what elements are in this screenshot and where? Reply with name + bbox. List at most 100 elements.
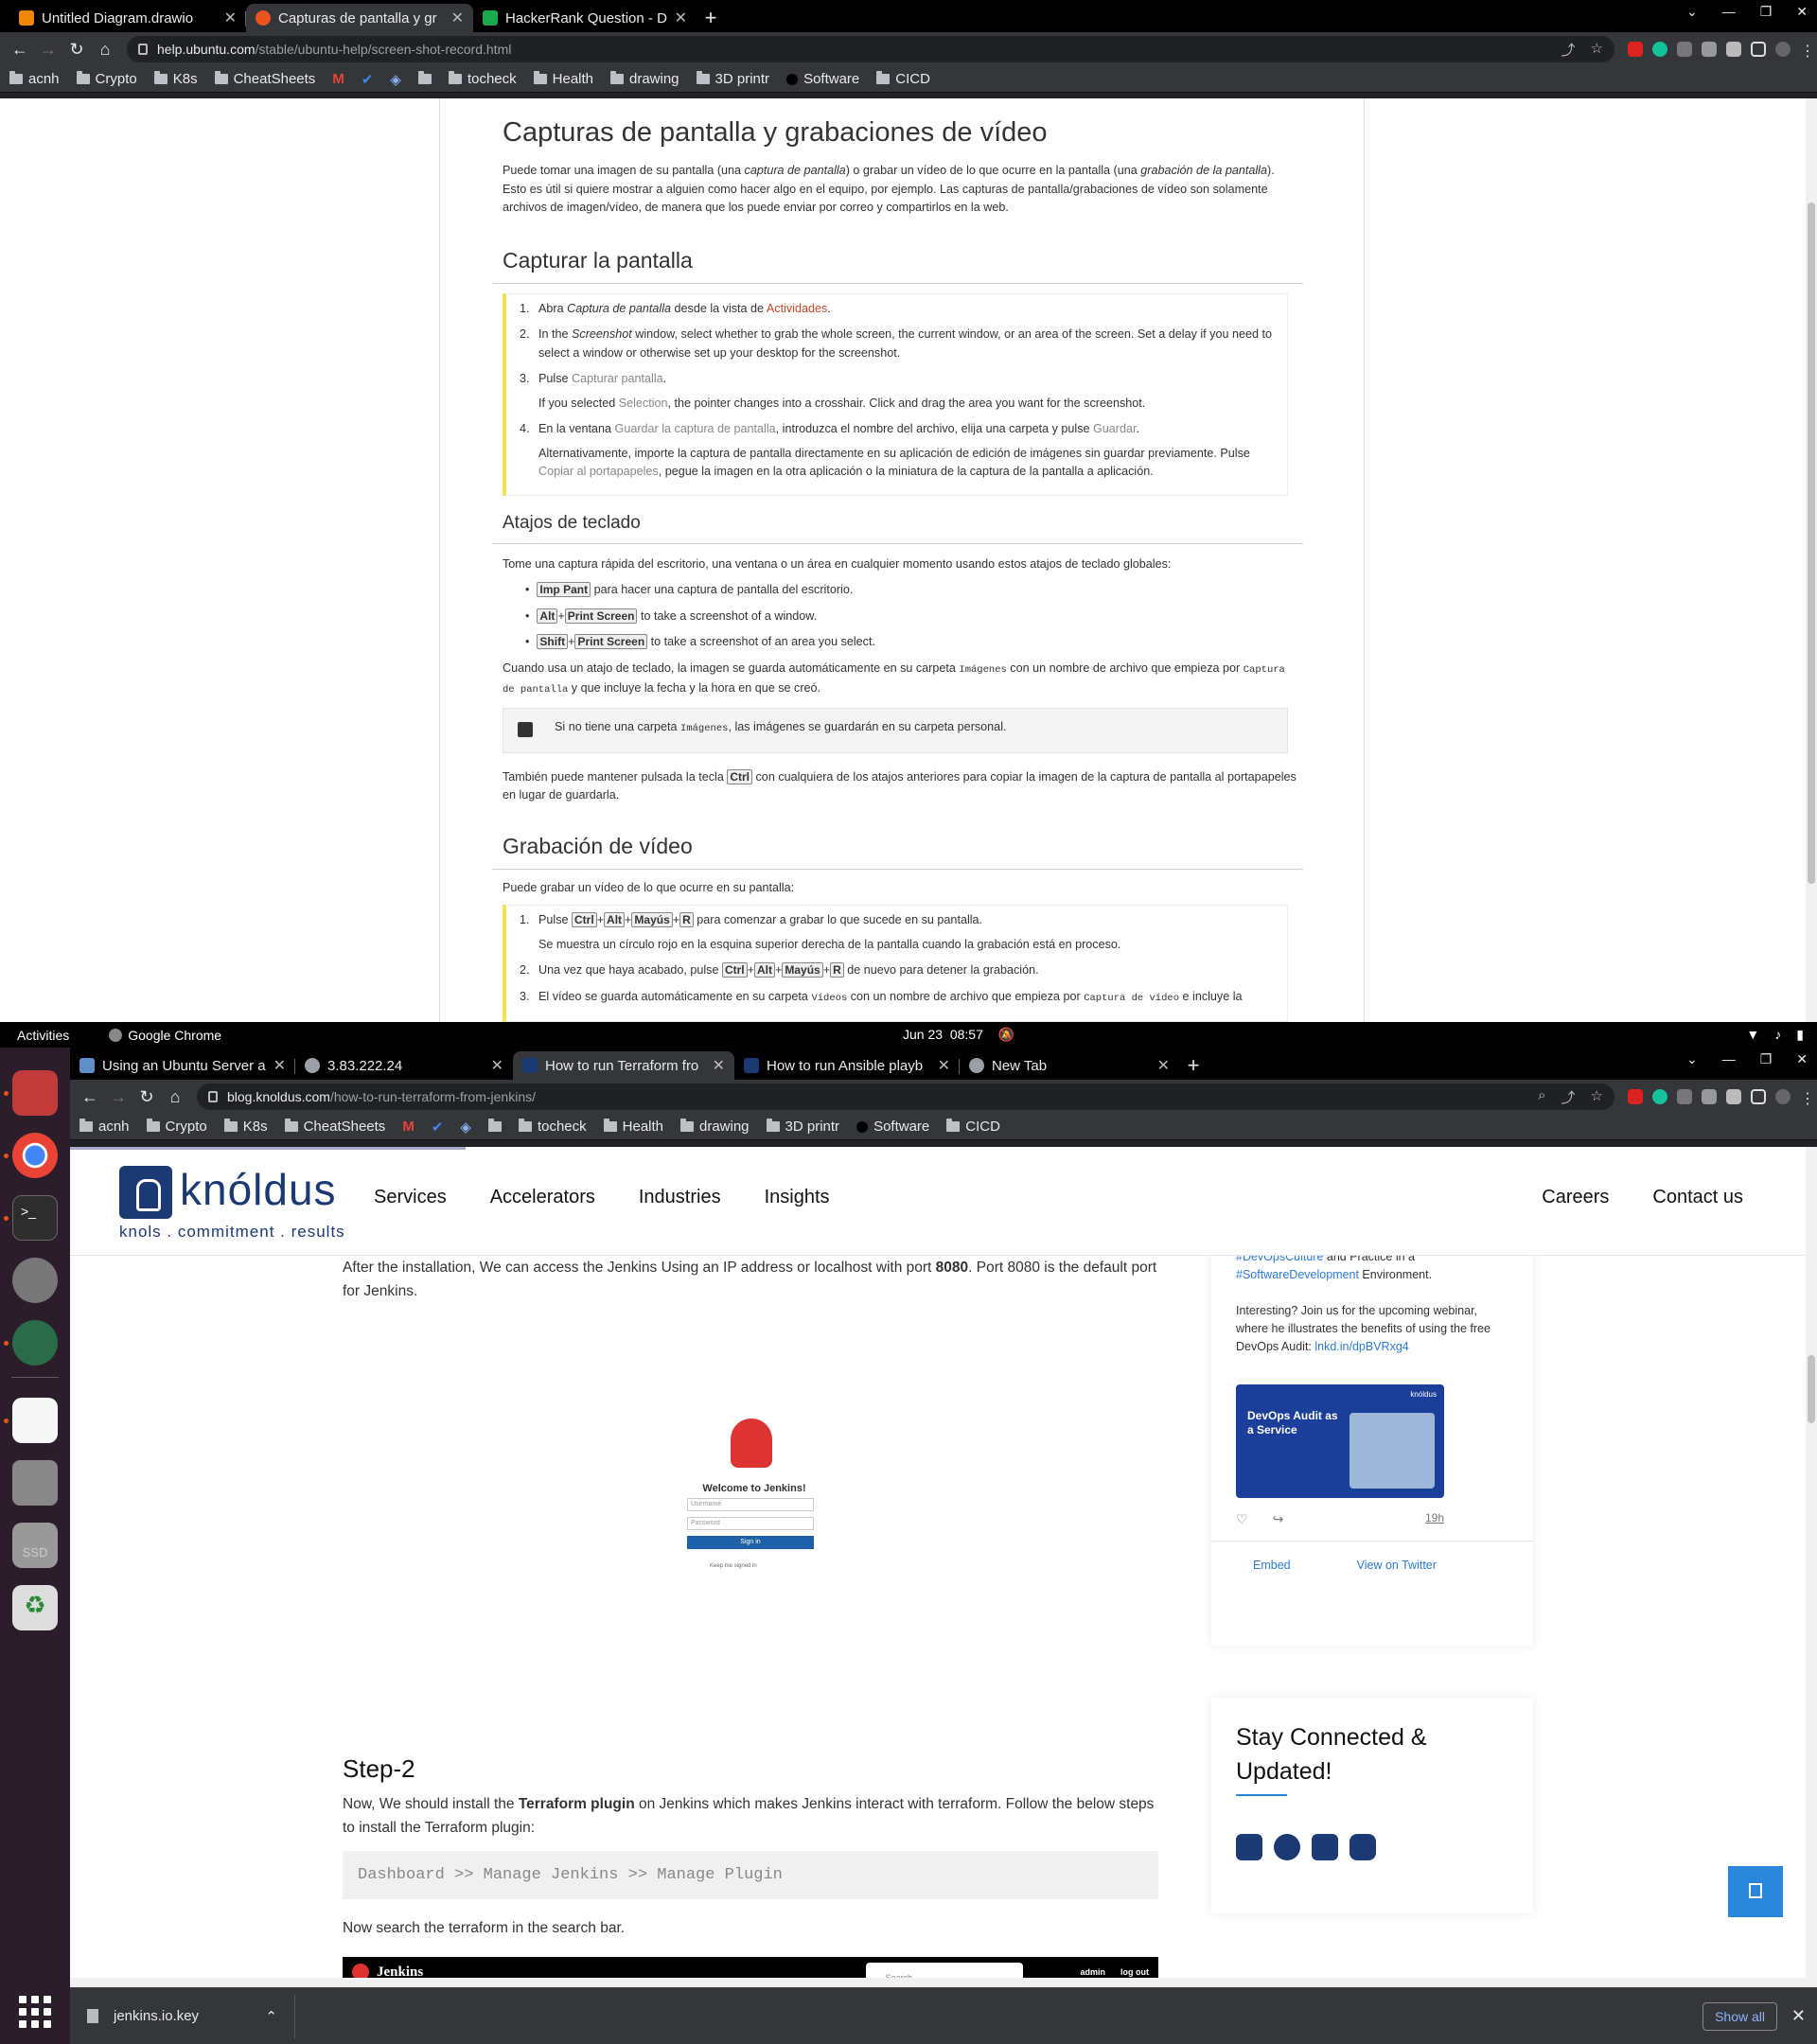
chrome-dock-icon[interactable] (12, 1133, 58, 1178)
bookmark-acnh[interactable]: acnh (79, 1119, 130, 1135)
profile-avatar[interactable] (1775, 42, 1791, 57)
show-apps-icon[interactable] (19, 1996, 51, 2028)
puzzle-icon[interactable] (1726, 42, 1741, 57)
minimize-button[interactable]: — (1722, 4, 1736, 20)
adblock-icon[interactable] (1628, 1089, 1643, 1104)
bookmark-cicd[interactable]: CICD (876, 71, 930, 87)
bookmark-health[interactable]: Health (603, 1119, 663, 1135)
adblock-icon[interactable] (1628, 42, 1643, 57)
bookmark-k8s[interactable]: K8s (153, 71, 198, 87)
bookmark-3d-printr[interactable]: 3D printr (696, 71, 769, 87)
bookmark-crypto[interactable]: Crypto (146, 1119, 207, 1135)
tweet-link[interactable]: lnkd.in/dpBVRxg4 (1314, 1340, 1408, 1353)
nav-contact-us[interactable]: Contact us (1652, 1187, 1743, 1208)
view-on-twitter-link[interactable]: View on Twitter (1357, 1559, 1437, 1572)
new-tab-button[interactable]: + (1179, 1051, 1208, 1080)
system-tray[interactable]: ▼ ♪ ▮ (1746, 1027, 1804, 1043)
bookmark-cicd[interactable]: CICD (946, 1119, 1000, 1135)
bottom-tab-ip[interactable]: 3.83.222.24 ✕ (295, 1051, 513, 1080)
share-icon[interactable]: ⤴ (1561, 40, 1576, 60)
bookmark-3d-printr[interactable]: 3D printr (766, 1119, 839, 1135)
activities-button[interactable]: Activities (17, 1028, 69, 1043)
bookmark-folder[interactable] (417, 71, 432, 84)
show-all-button[interactable]: Show all (1702, 2001, 1777, 2031)
clock[interactable]: Jun 23 08:57 🔕 (903, 1027, 1014, 1043)
bookmark-drawing[interactable]: drawing (680, 1119, 750, 1135)
extension-icon[interactable] (1677, 42, 1692, 57)
bookmark-health[interactable]: Health (533, 71, 593, 87)
back-button[interactable]: ← (6, 40, 34, 60)
bookmark-software[interactable]: Software (856, 1119, 929, 1135)
bookmark-folder[interactable] (487, 1119, 502, 1132)
side-panel-icon[interactable] (1751, 1089, 1766, 1104)
youtube-icon[interactable] (1350, 1834, 1376, 1860)
bottom-tab-terraform[interactable]: How to run Terraform fro ✕ (513, 1051, 734, 1080)
puzzle-icon[interactable] (1726, 1089, 1741, 1104)
address-bar[interactable]: help.ubuntu.com/stable/ubuntu-help/scree… (127, 36, 1614, 62)
facebook-icon[interactable] (1274, 1834, 1300, 1860)
close-tab-icon[interactable]: ✕ (451, 9, 464, 27)
tweet-time[interactable]: 19h (1425, 1511, 1444, 1527)
disk-icon[interactable] (12, 1460, 58, 1506)
nav-industries[interactable]: Industries (639, 1187, 721, 1208)
share-icon[interactable]: ⤴ (1561, 1087, 1576, 1107)
bookmark-icon[interactable]: ◈ (460, 1119, 471, 1136)
horizontal-scrollbar[interactable] (70, 1978, 1817, 1987)
download-item[interactable]: jenkins.io.key ⌃ (70, 1994, 295, 2038)
grammarly-icon[interactable] (1652, 42, 1667, 57)
home-button[interactable]: ⌂ (161, 1087, 189, 1107)
menu-icon[interactable]: ⋮ (1800, 42, 1815, 60)
nav-insights[interactable]: Insights (765, 1187, 830, 1208)
nav-services[interactable]: Services (374, 1187, 447, 1208)
vertical-scrollbar[interactable] (1806, 98, 1817, 1022)
bottom-tab-new[interactable]: New Tab ✕ (960, 1051, 1179, 1080)
menu-icon[interactable]: ⋮ (1800, 1089, 1815, 1107)
bookmark-k8s[interactable]: K8s (223, 1119, 268, 1135)
bookmark-drawing[interactable]: drawing (610, 71, 679, 87)
linkedin-icon[interactable] (1236, 1834, 1262, 1860)
grammarly-icon[interactable] (1652, 1089, 1667, 1104)
vertical-scrollbar[interactable] (1806, 1147, 1817, 1987)
maximize-button[interactable]: ❐ (1760, 4, 1773, 20)
bottom-tab-ansible[interactable]: How to run Ansible playb ✕ (734, 1051, 960, 1080)
bookmark-cheatsheets[interactable]: CheatSheets (284, 1119, 385, 1135)
back-button[interactable]: ← (76, 1087, 104, 1107)
app-menu[interactable]: Google Chrome (109, 1028, 221, 1043)
tab-search-icon[interactable]: ⌄ (1686, 1051, 1698, 1067)
gmail-bookmark-icon[interactable]: M (332, 71, 344, 87)
bookmark-icon[interactable]: ✔ (432, 1119, 444, 1136)
close-tab-icon[interactable]: ✕ (713, 1056, 725, 1075)
terminal-icon[interactable]: >_ (12, 1195, 58, 1241)
close-download-bar-icon[interactable]: ✕ (1791, 2006, 1806, 2026)
settings-icon[interactable] (12, 1258, 58, 1303)
bookmark-icon[interactable]: ✔ (362, 71, 374, 88)
reload-button[interactable]: ↻ (62, 40, 91, 60)
close-window-button[interactable]: ✕ (1796, 1051, 1808, 1067)
bottom-tab-ubuntu-server[interactable]: Using an Ubuntu Server a ✕ (70, 1051, 295, 1080)
activities-link[interactable]: Actividades (767, 302, 827, 315)
forward-button[interactable]: → (34, 40, 62, 60)
bookmark-software[interactable]: Software (786, 71, 859, 87)
twitter-icon[interactable] (1312, 1834, 1338, 1860)
close-tab-icon[interactable]: ✕ (1157, 1056, 1170, 1075)
reload-button[interactable]: ↻ (132, 1087, 161, 1107)
close-window-button[interactable]: ✕ (1796, 4, 1808, 20)
atom-icon[interactable] (12, 1320, 58, 1366)
bookmark-tocheck[interactable]: tocheck (518, 1119, 587, 1135)
bookmark-crypto[interactable]: Crypto (76, 71, 137, 87)
bookmark-cheatsheets[interactable]: CheatSheets (214, 71, 315, 87)
side-panel-icon[interactable] (1751, 42, 1766, 57)
gmail-bookmark-icon[interactable]: M (402, 1119, 415, 1135)
extension-icon[interactable] (1677, 1089, 1692, 1104)
maximize-button[interactable]: ❐ (1760, 1051, 1773, 1067)
bookmark-star-icon[interactable]: ☆ (1591, 40, 1603, 60)
extension-icon[interactable] (1702, 1089, 1717, 1104)
chevron-up-icon[interactable]: ⌃ (265, 2008, 277, 2025)
close-tab-icon[interactable]: ✕ (491, 1056, 503, 1075)
close-tab-icon[interactable]: ✕ (273, 1056, 286, 1075)
files-icon[interactable] (12, 1070, 58, 1116)
bookmark-star-icon[interactable]: ☆ (1591, 1087, 1603, 1107)
top-tab-drawio[interactable]: Untitled Diagram.drawio ✕ (9, 4, 246, 32)
profile-avatar[interactable] (1775, 1089, 1791, 1104)
text-editor-icon[interactable] (12, 1398, 58, 1443)
